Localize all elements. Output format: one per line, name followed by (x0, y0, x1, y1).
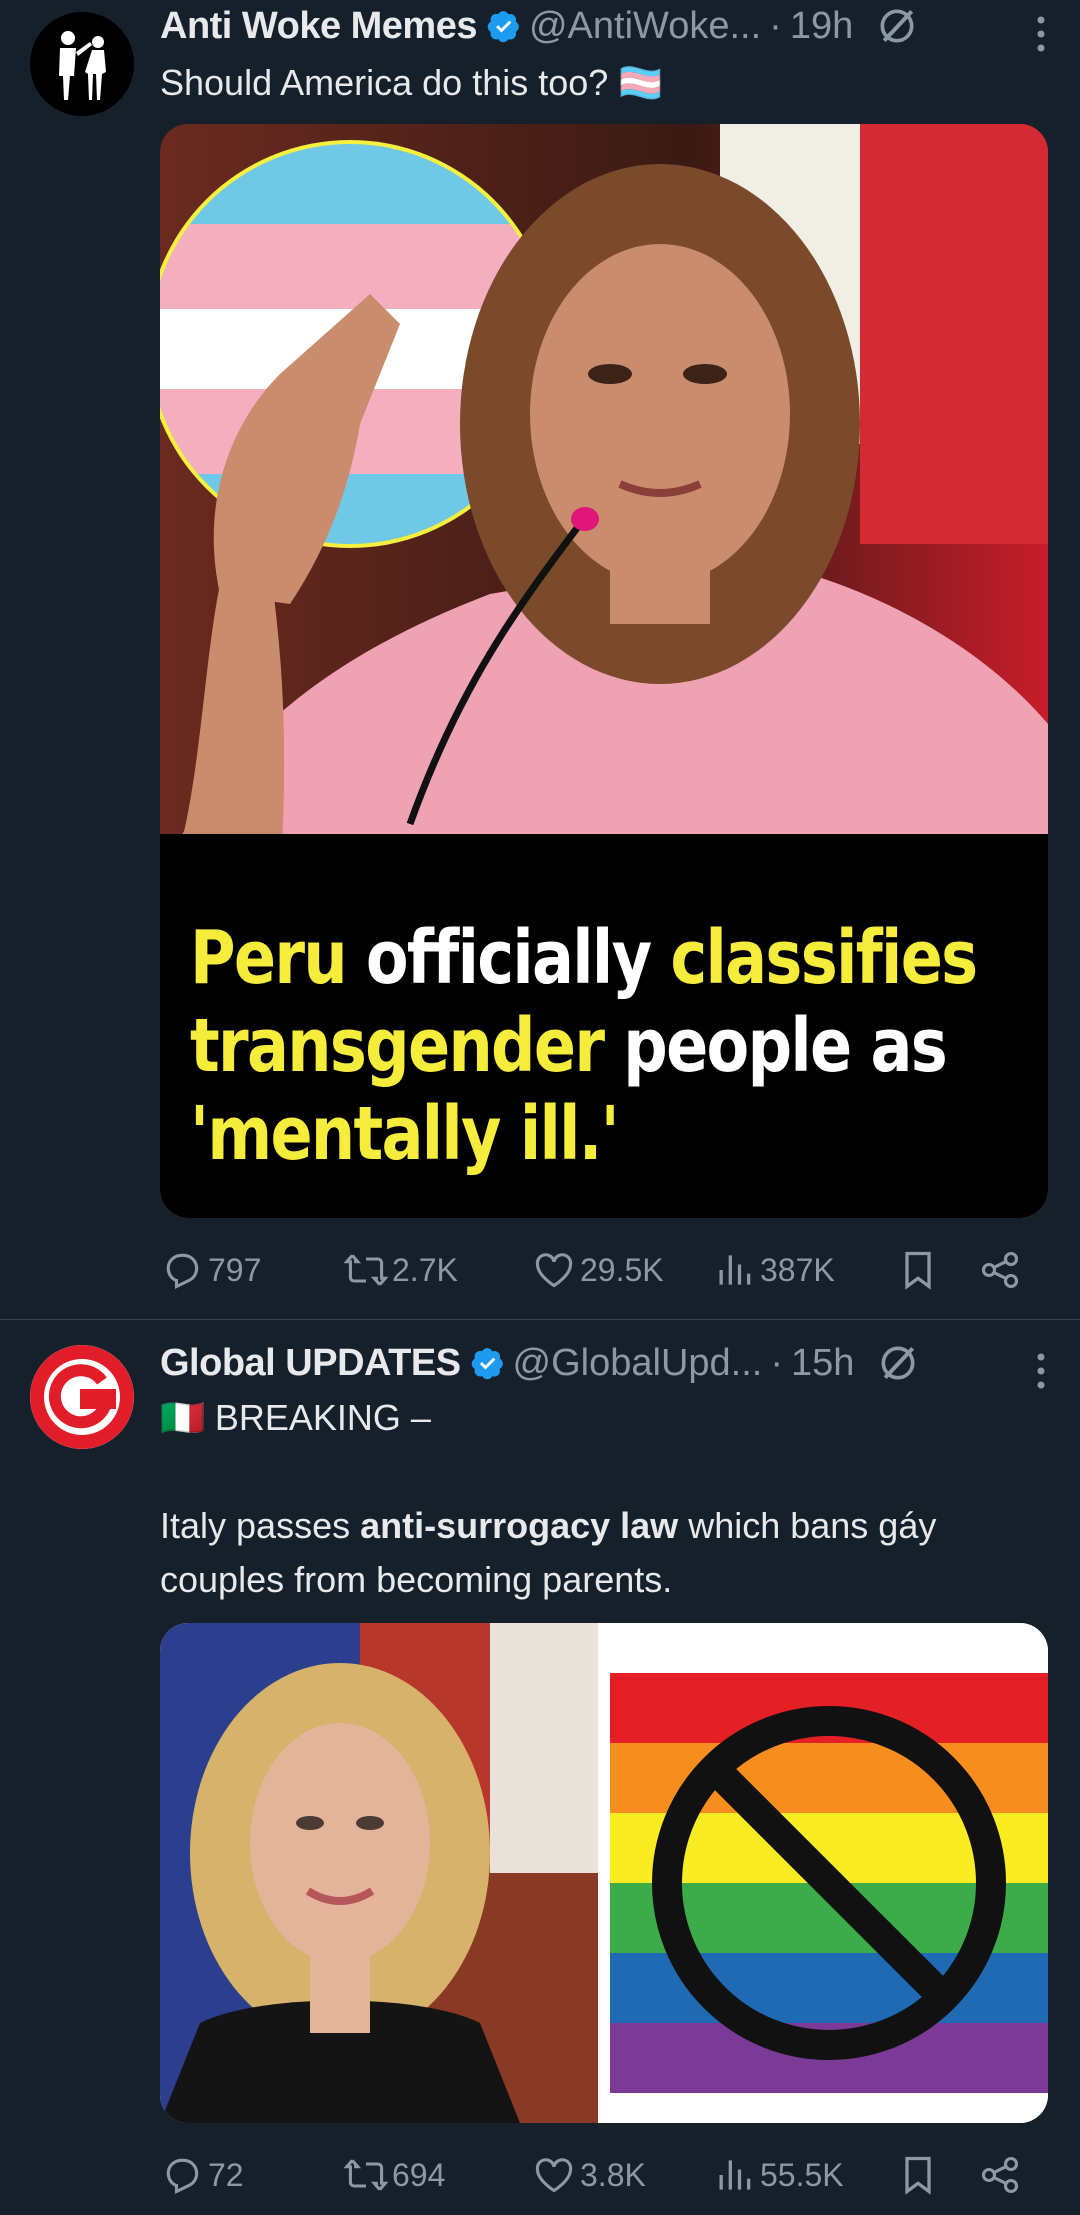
repost-count: 2.7K (392, 1251, 458, 1288)
tweet-actions: 72 694 3.8K 55.5K (160, 2145, 1048, 2205)
timestamp[interactable]: 19h (790, 5, 853, 48)
timestamp[interactable]: 15h (791, 1342, 854, 1385)
tweet-media-images[interactable] (160, 1623, 1048, 2123)
like-count: 3.8K (580, 2156, 646, 2193)
tweet-text: Should America do this too? 🏳️‍⚧️ (160, 62, 664, 103)
text-bold: anti-surrogacy law (360, 1505, 679, 1546)
bookmark-icon (905, 1251, 931, 1290)
tweet-text-line-1: 🇮🇹 BREAKING – (160, 1397, 431, 1438)
views-count: 387K (760, 1251, 835, 1288)
separator-dot: · (769, 4, 782, 47)
caption-officially: officially (345, 915, 671, 1001)
reply-count: 72 (208, 2156, 244, 2193)
share-icon (981, 1251, 1019, 1289)
user-handle[interactable]: @AntiWoke... (529, 5, 761, 48)
reply-button[interactable]: 72 (160, 2145, 244, 2205)
user-handle[interactable]: @GlobalUpd... (513, 1342, 763, 1385)
views-count: 55.5K (760, 2156, 844, 2193)
repost-count: 694 (392, 2156, 446, 2193)
more-icon[interactable] (1036, 1351, 1046, 1391)
reply-button[interactable]: 797 (160, 1240, 261, 1300)
verified-badge-icon (471, 1348, 503, 1380)
avatar-global-updates[interactable] (30, 1345, 134, 1449)
display-name[interactable]: Global UPDATES (160, 1342, 461, 1385)
repost-icon (344, 2159, 388, 2191)
caption-people-as: people as (603, 1003, 947, 1089)
caption-line-1: Peru officially classifies (190, 914, 978, 1002)
more-icon[interactable] (1036, 14, 1046, 54)
grok-icon[interactable] (876, 1341, 920, 1385)
bookmark-button[interactable] (896, 2145, 944, 2205)
tweet-header: Global UPDATES @GlobalUpd... · 15h (160, 1337, 1060, 1389)
views-button[interactable]: 387K (712, 1240, 835, 1300)
bookmark-icon (905, 2156, 931, 2195)
global-updates-logo-icon (30, 1345, 134, 1449)
reply-count: 797 (208, 1251, 262, 1288)
tweet-1[interactable]: Anti Woke Memes @AntiWoke... · 19h Shoul… (0, 0, 1080, 1320)
caption-peru: Peru (190, 915, 348, 1001)
views-icon (719, 2160, 751, 2190)
avatar-silhouette-icon (30, 12, 134, 116)
display-name[interactable]: Anti Woke Memes (160, 5, 477, 48)
text-pre: Italy passes (160, 1505, 361, 1546)
tweet-media-image[interactable]: Peru officially classifies transgender p… (160, 124, 1048, 1218)
share-button[interactable] (978, 2145, 1026, 2205)
repost-icon (344, 1254, 388, 1286)
like-button[interactable]: 3.8K (532, 2145, 646, 2205)
tweet-text: 🇮🇹 BREAKING – Italy passes anti-surrogac… (160, 1391, 1040, 1607)
repost-button[interactable]: 694 (344, 2145, 445, 2205)
like-button[interactable]: 29.5K (532, 1240, 664, 1300)
share-icon (981, 2156, 1019, 2194)
like-icon (535, 2158, 573, 2193)
like-count: 29.5K (580, 1251, 664, 1288)
grok-icon[interactable] (875, 4, 919, 48)
caption-classifies: classifies (670, 915, 978, 1001)
repost-button[interactable]: 2.7K (344, 1240, 458, 1300)
tweet-header: Anti Woke Memes @AntiWoke... · 19h (160, 0, 1060, 52)
caption-transgender: transgender (190, 1003, 605, 1089)
tweet-actions: 797 2.7K 29.5K 387K (160, 1240, 1048, 1300)
tweet-text-line-2: Italy passes anti-surrogacy law which ba… (160, 1499, 1040, 1607)
bookmark-button[interactable] (896, 1240, 944, 1300)
share-button[interactable] (978, 1240, 1026, 1300)
like-icon (535, 1253, 573, 1288)
media-pair (160, 1623, 1048, 2123)
tweet-2[interactable]: Global UPDATES @GlobalUpd... · 15h 🇮🇹 BR… (0, 1321, 1080, 2215)
avatar-anti-woke-memes[interactable] (30, 12, 134, 116)
views-icon (719, 1255, 751, 1285)
views-button[interactable]: 55.5K (712, 2145, 844, 2205)
media-caption: Peru officially classifies transgender p… (190, 914, 978, 1178)
verified-badge-icon (487, 11, 519, 43)
caption-line-3: 'mentally ill.' (190, 1091, 620, 1177)
separator-dot: · (770, 1341, 784, 1384)
caption-line-2: transgender people as (190, 1002, 948, 1090)
reply-icon (166, 2158, 199, 2194)
reply-icon (166, 1253, 199, 1289)
